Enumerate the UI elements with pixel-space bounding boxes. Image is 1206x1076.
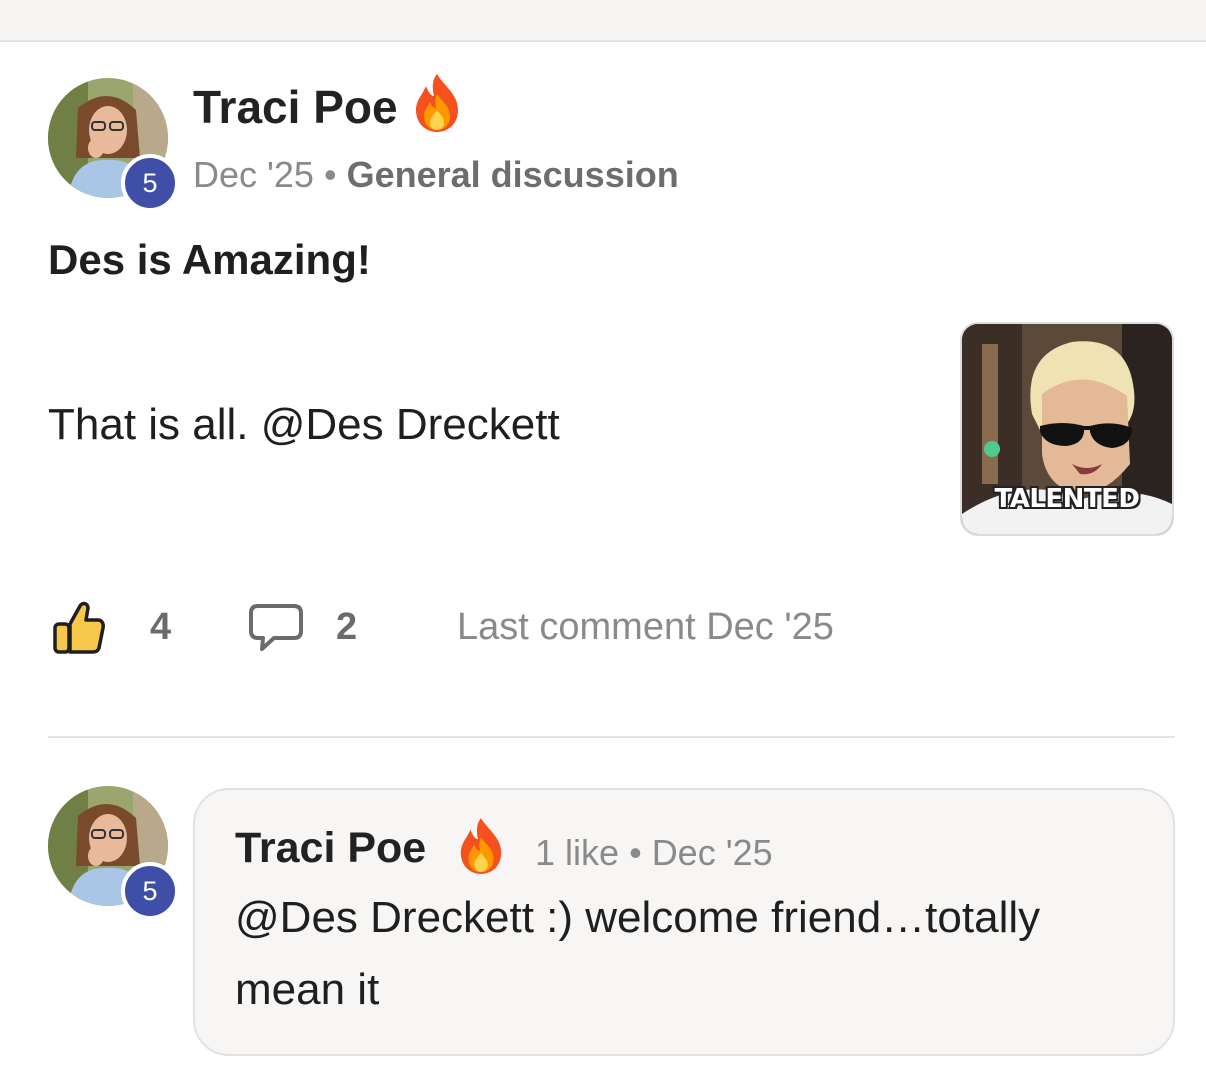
commenter-name[interactable]: Traci Poe [235,824,426,873]
post-actions: 4 2 Last comment Dec '25 [0,590,1206,666]
comment-icon[interactable] [248,602,304,654]
level-badge: 5 [121,154,179,212]
comment-like-count[interactable]: 1 like [535,832,619,873]
post-meta: Dec '25 • General discussion [193,154,679,196]
meta-separator: • [323,154,337,195]
post-title[interactable]: Des is Amazing! [48,236,371,284]
comment-bubble[interactable]: Traci Poe 1 like • Dec '25 @Des Dreckett… [193,788,1175,1056]
category-link[interactable]: General discussion [347,154,679,195]
post-date: Dec '25 [193,154,314,195]
fire-icon [416,74,458,132]
comment-count: 2 [336,606,358,648]
author-name[interactable]: Traci Poe [193,80,398,134]
comment-date: Dec '25 [651,832,773,873]
meta-separator: • [629,832,642,873]
comment-text: @Des Dreckett :) welcome friend…totally … [235,893,1041,1014]
comment-meta: 1 like • Dec '25 [535,832,773,874]
last-comment-info: Last comment Dec '25 [457,606,834,648]
post-body: That is all. @Des Dreckett [48,400,560,449]
top-bar [0,0,1206,42]
like-icon[interactable] [52,600,106,656]
gif-thumbnail[interactable]: TALENTED [960,322,1174,536]
commenter-level-badge: 5 [121,862,179,920]
gif-caption: TALENTED [994,484,1140,514]
like-count: 4 [150,606,172,648]
fire-icon [460,818,502,874]
divider [48,736,1175,738]
